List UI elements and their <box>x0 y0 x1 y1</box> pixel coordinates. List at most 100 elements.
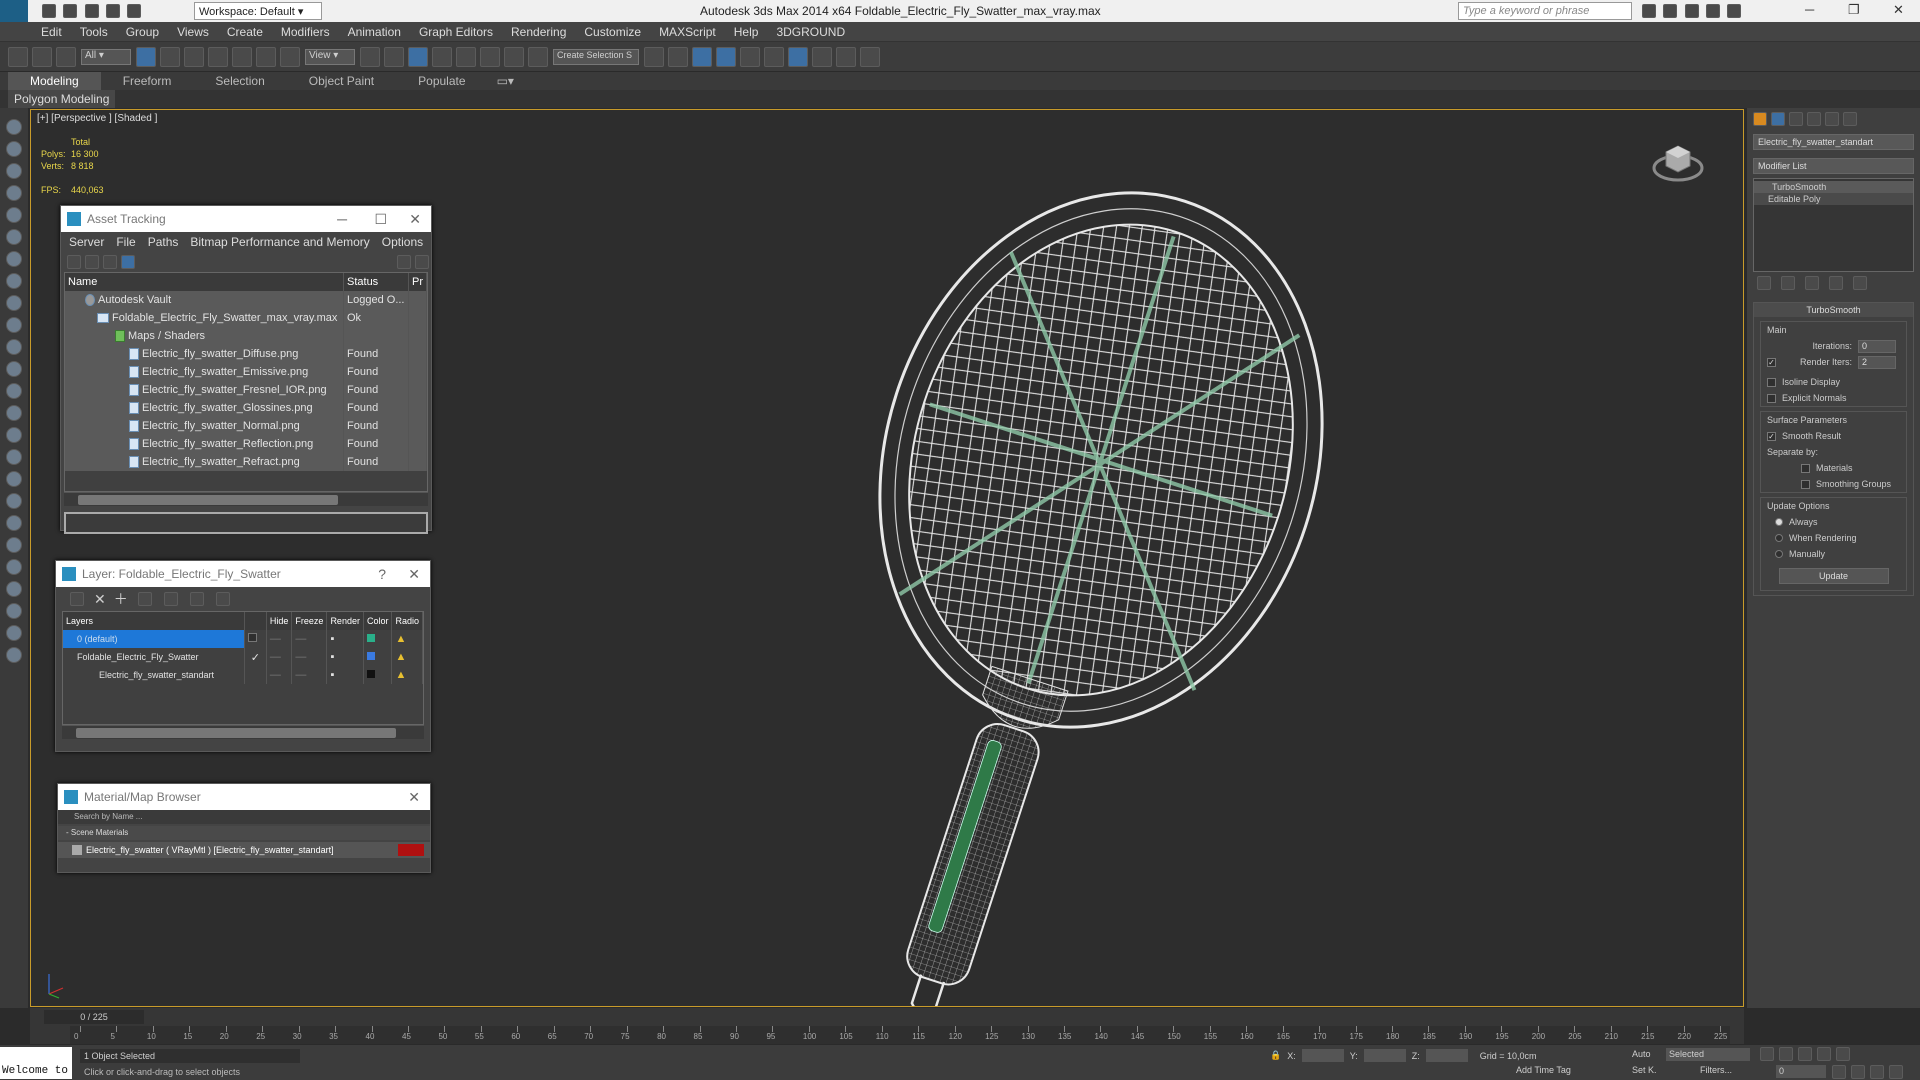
select-by-name-icon[interactable] <box>160 46 180 67</box>
maxscript-listener-input[interactable]: Welcome to <box>0 1047 72 1079</box>
table-row[interactable]: Autodesk Vault Logged O... <box>65 291 427 309</box>
asset-tracking-titlebar[interactable]: Asset Tracking ─ ☐ ✕ <box>61 206 431 232</box>
compound-icon[interactable] <box>6 493 22 509</box>
layer-manager-icon[interactable] <box>692 46 712 67</box>
table-row[interactable]: Electric_fly_swatter_Fresnel_IOR.png Foun… <box>65 381 427 399</box>
fly-swatter-model[interactable] <box>851 130 1451 1007</box>
explicit-normals-checkbox[interactable] <box>1767 393 1776 403</box>
bones-icon[interactable] <box>6 449 22 465</box>
window-crossing-icon[interactable] <box>208 46 228 67</box>
track-bar[interactable]: 0 5 10 15 20 25 30 35 40 45 50 55 60 65 70 75 80 85 90 95 10… <box>70 1026 1730 1044</box>
create-tab-icon[interactable] <box>1753 112 1767 126</box>
go-to-end-icon[interactable] <box>1836 1047 1850 1061</box>
select-object-icon[interactable] <box>136 46 156 67</box>
asset-close-button[interactable]: ✕ <box>409 206 421 232</box>
sphere-icon[interactable] <box>6 317 22 333</box>
render-toggle-icon[interactable]: ▪ <box>326 648 364 666</box>
tab-freeform[interactable]: Freeform <box>101 72 194 90</box>
motion-tab-icon[interactable] <box>1807 112 1821 126</box>
undo-icon[interactable] <box>106 3 121 18</box>
asset-minimize-button[interactable]: ─ <box>337 206 347 232</box>
move-icon[interactable] <box>232 46 252 67</box>
turbosmooth-rollout-title[interactable]: TurboSmooth <box>1754 303 1913 317</box>
radiosity-icon[interactable]: ▲ <box>391 630 423 648</box>
tab-populate[interactable]: Populate <box>396 72 487 90</box>
material-titlebar[interactable]: Material/Map Browser ✕ <box>58 784 430 810</box>
col-color[interactable]: Color <box>363 612 393 630</box>
menu-views[interactable]: Views <box>168 22 218 42</box>
add-time-tag[interactable]: Add Time Tag <box>1516 1065 1571 1075</box>
tab-selection[interactable]: Selection <box>193 72 286 90</box>
grid-icon[interactable] <box>6 163 22 179</box>
bind-spacewarp-icon[interactable] <box>56 46 76 67</box>
render-toggle-icon[interactable]: ▪ <box>326 630 364 648</box>
app-logo-icon[interactable] <box>0 0 28 22</box>
render-setup-icon[interactable] <box>812 46 832 67</box>
rendered-frame-icon[interactable] <box>836 46 856 67</box>
spinner-snap-icon[interactable] <box>504 46 524 67</box>
delete-layer-icon[interactable]: ✕ <box>94 591 106 608</box>
lock-icon[interactable]: 🔒 <box>1270 1050 1281 1061</box>
add-to-layer-icon[interactable]: ＋ <box>114 589 128 609</box>
zoom-icon[interactable] <box>1832 1065 1846 1079</box>
manually-radio[interactable] <box>1775 550 1783 558</box>
table-row[interactable]: Electric_fly_swatter_Refract.png Found <box>65 453 427 471</box>
menu-graph-editors[interactable]: Graph Editors <box>410 22 502 42</box>
teapot-icon[interactable] <box>6 427 22 443</box>
table-row[interactable]: Electric_fly_swatter_Diffuse.png Found <box>65 345 427 363</box>
menu-group[interactable]: Group <box>117 22 168 42</box>
pan-icon[interactable] <box>1851 1065 1865 1079</box>
pivot-icon[interactable] <box>360 46 380 67</box>
ribbon-options-icon[interactable]: ▭▾ <box>491 72 520 90</box>
layer-color-swatch[interactable] <box>366 652 375 660</box>
left-help-icon[interactable] <box>6 647 22 663</box>
viewport-label[interactable]: [+] [Perspective ] [Shaded ] <box>37 113 157 124</box>
radiosity-icon[interactable]: ▲ <box>391 666 423 684</box>
layer-row-swatter[interactable]: Foldable_Electric_Fly_Swatter ✓ — — ▪ ▲ <box>63 648 423 666</box>
align-icon[interactable] <box>668 46 688 67</box>
freeze-all-icon[interactable] <box>215 592 230 606</box>
named-selection-dropdown[interactable]: Create Selection S <box>553 48 639 65</box>
create-layer-icon[interactable] <box>70 592 84 606</box>
filters-button[interactable]: Filters... <box>1700 1065 1732 1075</box>
iterations-spinner[interactable]: 0 <box>1858 339 1896 353</box>
time-slider[interactable]: 0 / 225 <box>44 1010 144 1024</box>
materials-checkbox[interactable] <box>1801 463 1810 473</box>
mirror-icon[interactable] <box>644 46 664 67</box>
asset-path-field[interactable] <box>64 512 428 534</box>
asset-horizontal-scrollbar[interactable] <box>64 492 428 506</box>
orbit-icon[interactable] <box>1870 1065 1884 1079</box>
ref-coord-dropdown[interactable]: View ▾ <box>305 48 355 65</box>
col-layers[interactable]: Layers <box>63 612 245 630</box>
layer-close-button[interactable]: ✕ <box>408 561 420 587</box>
configure-sets-icon[interactable] <box>1853 276 1867 290</box>
menu-create[interactable]: Create <box>218 22 272 42</box>
edit-named-sets-icon[interactable] <box>528 46 548 67</box>
layer-row-default[interactable]: 0 (default) — — ▪ ▲ <box>63 630 423 648</box>
col-render[interactable]: Render <box>326 612 364 630</box>
cone-icon[interactable] <box>6 383 22 399</box>
layer-color-swatch[interactable] <box>366 670 375 678</box>
menu-rendering[interactable]: Rendering <box>502 22 575 42</box>
radiosity-icon[interactable]: ▲ <box>391 648 423 666</box>
render-iters-checkbox[interactable]: ✓ <box>1767 357 1776 367</box>
key-filter-dropdown[interactable]: Selected <box>1666 1048 1750 1061</box>
shapes-icon[interactable] <box>6 185 22 201</box>
asset-maximize-button[interactable]: ☐ <box>374 206 387 232</box>
menu-tools[interactable]: Tools <box>71 22 117 42</box>
select-objects-icon[interactable] <box>137 592 152 606</box>
always-radio[interactable] <box>1775 518 1783 526</box>
asset-help-icon[interactable] <box>397 255 411 269</box>
stack-item-editable-poly[interactable]: Editable Poly <box>1754 193 1913 205</box>
render-icon[interactable] <box>6 581 22 597</box>
selection-filter-dropdown[interactable]: All ▾ <box>81 48 131 65</box>
material-close-button[interactable]: ✕ <box>408 784 420 810</box>
layer-titlebar[interactable]: Layer: Foldable_Electric_Fly_Swatter ? ✕ <box>56 561 430 587</box>
rotate-icon[interactable] <box>256 46 276 67</box>
close-button[interactable]: ✕ <box>1893 2 1904 18</box>
tab-modeling[interactable]: Modeling <box>8 72 101 90</box>
particles-icon[interactable] <box>6 471 22 487</box>
angle-snap-icon[interactable] <box>456 46 476 67</box>
sun-icon[interactable] <box>6 405 22 421</box>
current-frame-input[interactable]: 0 <box>1776 1065 1826 1078</box>
